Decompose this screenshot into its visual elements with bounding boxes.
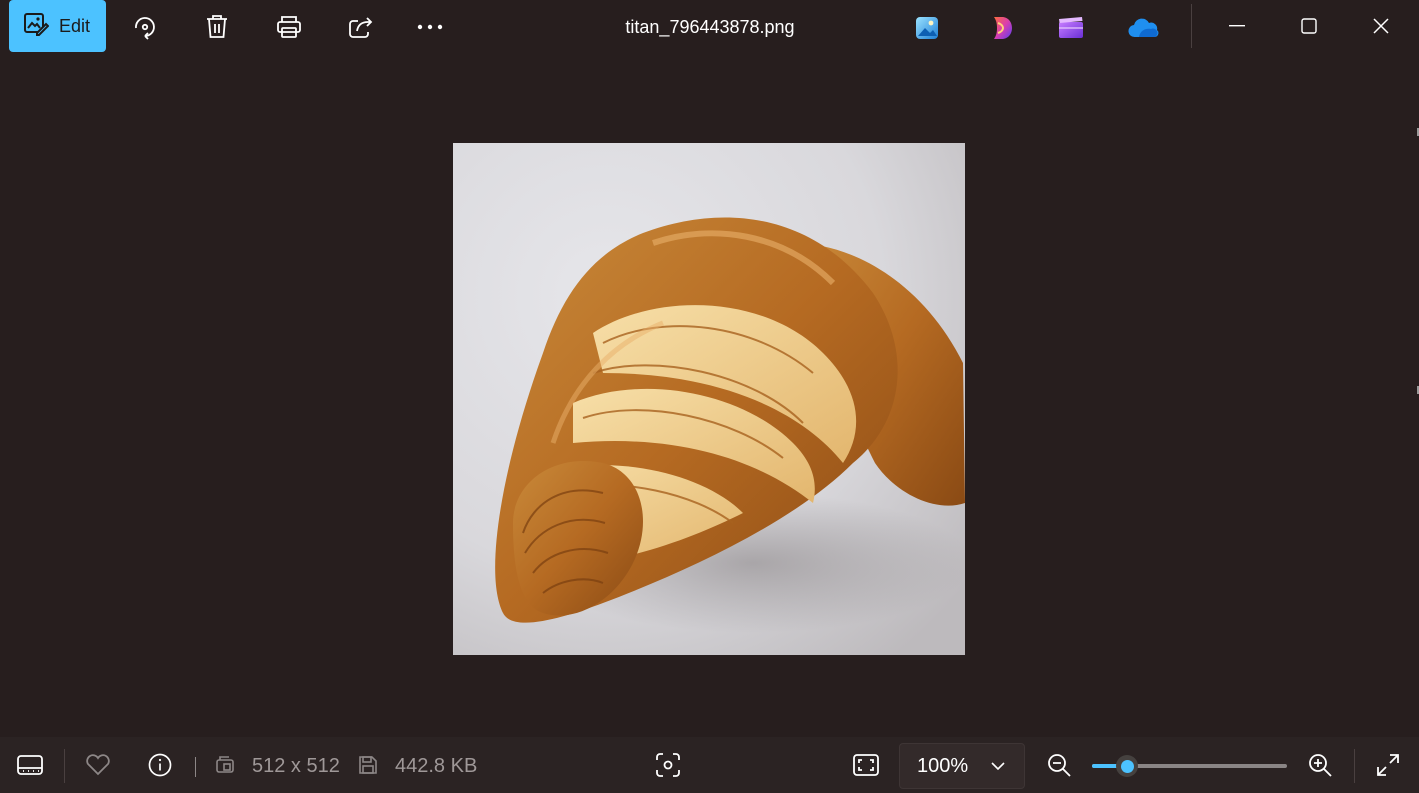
info-icon (148, 753, 172, 777)
zoom-level-dropdown[interactable]: 100% (899, 743, 1025, 789)
onedrive-app-button[interactable] (1126, 11, 1160, 45)
displayed-photo[interactable] (453, 143, 965, 655)
zoom-slider-thumb-dot (1120, 759, 1134, 773)
zoom-out-button[interactable] (1041, 747, 1077, 783)
favorite-button[interactable] (80, 747, 116, 783)
photos-viewer-window: Edit titan_796443878.png 512 x 512 442.8… (0, 0, 1419, 793)
minimize-button[interactable] (1201, 0, 1273, 52)
edit-button-label: Edit (59, 15, 91, 36)
file-size-indicator (357, 747, 379, 783)
share-icon (349, 17, 373, 38)
visual-search-icon (656, 753, 680, 777)
toolbar-divider (1191, 4, 1192, 48)
edit-image-icon (23, 11, 50, 42)
print-button[interactable] (269, 7, 309, 47)
statusbar-divider (195, 757, 196, 777)
resolution-indicator (214, 747, 238, 783)
photos-app-button[interactable] (910, 11, 944, 45)
fit-to-window-button[interactable] (848, 747, 884, 783)
statusbar-divider (1354, 749, 1355, 783)
bottom-statusbar: 512 x 512 442.8 KB 100% (0, 737, 1419, 793)
file-name-title: titan_796443878.png (625, 17, 795, 37)
maximize-icon (1301, 18, 1317, 34)
zoom-slider[interactable] (1092, 755, 1287, 777)
share-button[interactable] (341, 7, 381, 47)
zoom-slider-thumb[interactable] (1116, 755, 1139, 777)
top-toolbar: Edit titan_796443878.png (0, 0, 1419, 54)
statusbar-divider (64, 749, 65, 783)
zoom-out-icon (1048, 754, 1071, 777)
rotate-button[interactable] (125, 7, 165, 47)
delete-button[interactable] (197, 7, 237, 47)
zoom-level-value: 100% (917, 754, 969, 777)
close-button[interactable] (1345, 0, 1417, 52)
clipchamp-app-icon (1059, 17, 1083, 38)
clipchamp-app-button[interactable] (1054, 11, 1088, 45)
croissant-photo (453, 143, 965, 655)
trash-icon (207, 15, 227, 38)
fit-to-window-icon (853, 754, 879, 776)
heart-icon (86, 754, 110, 776)
more-options-button[interactable] (410, 7, 450, 47)
chevron-down-icon (991, 762, 1005, 770)
maximize-button[interactable] (1273, 0, 1345, 52)
more-options-icon (417, 24, 443, 30)
zoom-in-button[interactable] (1302, 747, 1338, 783)
resolution-icon (216, 756, 234, 773)
fullscreen-button[interactable] (1370, 747, 1406, 783)
rotate-icon (135, 17, 155, 40)
close-icon (1373, 18, 1389, 34)
minimize-icon (1229, 25, 1245, 27)
visual-search-button[interactable] (650, 747, 686, 783)
copilot-app-icon (994, 17, 1012, 39)
edit-button[interactable]: Edit (9, 0, 106, 52)
save-disk-icon (359, 756, 377, 774)
copilot-app-button[interactable] (984, 11, 1018, 45)
zoom-in-icon (1309, 754, 1332, 777)
file-size-text: 442.8 KB (395, 755, 478, 777)
fullscreen-icon (1377, 754, 1399, 776)
filmstrip-button[interactable] (12, 747, 48, 783)
photos-app-icon (916, 17, 938, 39)
image-resolution-text: 512 x 512 (252, 755, 340, 777)
file-info-button[interactable] (142, 747, 178, 783)
onedrive-app-icon (1128, 18, 1159, 38)
printer-icon (277, 16, 301, 38)
filmstrip-icon (17, 755, 43, 775)
